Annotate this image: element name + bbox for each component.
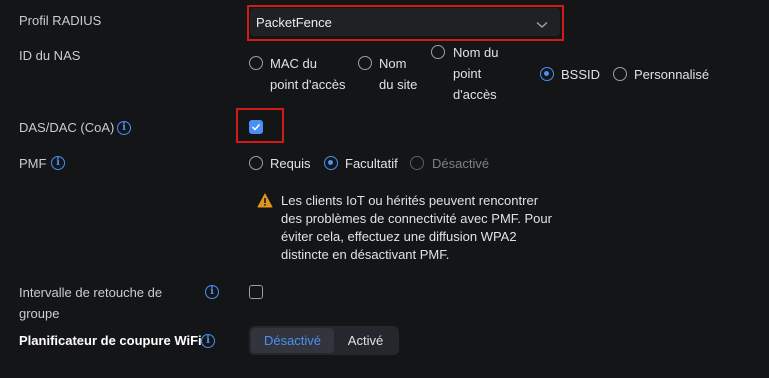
info-icon[interactable]: i — [51, 156, 65, 170]
das-dac-label: DAS/DAC (CoA) — [19, 120, 115, 135]
option-label: Désactivé — [432, 156, 490, 171]
radio-icon — [431, 45, 445, 59]
pmf-label: PMF — [19, 156, 47, 171]
radio-checked-icon — [540, 67, 554, 81]
radio-icon — [613, 67, 627, 81]
segment-enabled[interactable]: Activé — [334, 328, 397, 353]
option-line: point d'accès — [270, 77, 346, 92]
radius-profile-value: PacketFence — [256, 14, 332, 30]
pmf-warning-text: Les clients IoT ou hérités peuvent renco… — [281, 193, 552, 262]
wifi-scheduler-toggle[interactable]: Désactivé Activé — [249, 326, 399, 355]
info-icon[interactable]: i — [117, 121, 131, 135]
radio-checked-icon — [324, 156, 338, 170]
radio-icon — [249, 156, 263, 170]
segment-disabled[interactable]: Désactivé — [251, 328, 334, 353]
label-line: groupe — [19, 306, 60, 321]
nas-id-option-site-name[interactable]: Nom du site — [358, 53, 417, 95]
option-line: d'accès — [453, 87, 497, 102]
chevron-down-icon — [536, 17, 548, 32]
radio-icon — [358, 56, 372, 70]
option-line: MAC du — [270, 56, 317, 71]
nas-id-option-ap-mac[interactable]: MAC du point d'accès — [249, 53, 345, 95]
radius-profile-label: Profil RADIUS — [19, 13, 102, 28]
info-icon[interactable]: i — [201, 334, 215, 348]
option-label: Personnalisé — [634, 67, 710, 82]
radio-icon — [410, 156, 424, 170]
radio-icon — [249, 56, 263, 70]
label-line: Intervalle de retouche de — [19, 285, 163, 300]
option-line: du site — [379, 77, 418, 92]
wifi-scheduler-label: Planificateur de coupure WiFi — [19, 333, 202, 348]
nas-id-option-custom[interactable]: Personnalisé — [613, 64, 709, 85]
option-label: Facultatif — [345, 156, 398, 171]
option-line: Nom du — [453, 45, 499, 60]
option-line: Nom — [379, 56, 407, 71]
group-rekey-checkbox[interactable] — [249, 285, 263, 299]
warning-icon — [257, 193, 273, 211]
info-icon[interactable]: i — [205, 285, 219, 299]
nas-id-label: ID du NAS — [19, 48, 81, 63]
pmf-option-disabled: Désactivé — [410, 153, 489, 174]
pmf-option-required[interactable]: Requis — [249, 153, 310, 174]
option-label: Requis — [270, 156, 311, 171]
das-dac-checkbox[interactable] — [249, 120, 263, 134]
radius-profile-select[interactable]: PacketFence — [250, 8, 560, 36]
group-rekey-label: Intervalle de retouche de groupe — [19, 282, 162, 324]
nas-id-option-bssid[interactable]: BSSID — [540, 64, 600, 85]
check-icon — [251, 123, 261, 131]
pmf-option-optional[interactable]: Facultatif — [324, 153, 398, 174]
option-label: BSSID — [561, 67, 601, 82]
option-line: point — [453, 66, 482, 81]
nas-id-option-ap-name[interactable]: Nom du point d'accès — [431, 42, 499, 105]
